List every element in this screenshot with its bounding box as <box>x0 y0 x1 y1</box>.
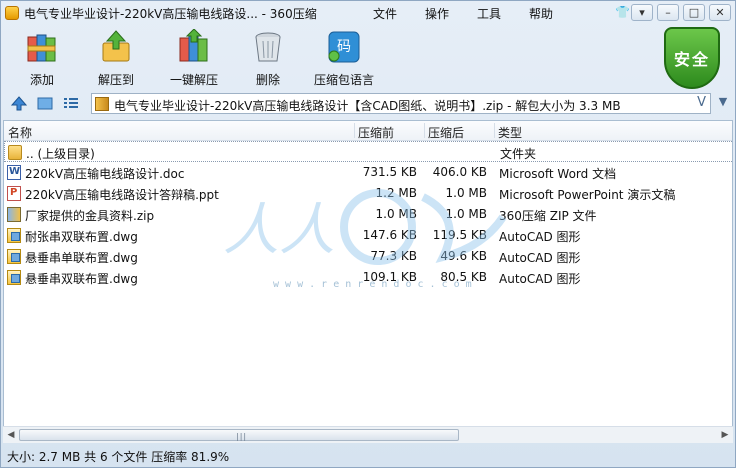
list-view-icon[interactable] <box>63 96 79 111</box>
status-bar: 大小: 2.7 MB 共 6 个文件 压缩率 81.9% <box>7 450 230 464</box>
app-icon <box>5 6 19 20</box>
list-item[interactable]: 厂家提供的金具资料.zip 1.0 MB 1.0 MB 360压缩 ZIP 文件 <box>4 204 732 225</box>
address-bar[interactable]: 电气专业毕业设计-220kV高压输电线路设计【含CAD图纸、说明书】.zip -… <box>91 93 711 114</box>
extract-to-icon <box>98 29 134 65</box>
svg-text:码: 码 <box>337 39 351 55</box>
dwg-icon <box>7 228 21 243</box>
toolbar: 添加 解压到 一键解压 删除 码 压缩包语言 <box>1 25 735 91</box>
horizontal-scrollbar[interactable]: ◀ ||| ▶ <box>3 426 733 443</box>
list-item[interactable]: 220kV高压输电线路设计答辩稿.ppt 1.2 MB 1.0 MB Micro… <box>4 183 732 204</box>
history-dropdown-icon[interactable]: ▼ <box>715 95 731 112</box>
dwg-icon <box>7 249 21 264</box>
list-item[interactable]: 悬垂串双联布置.dwg 109.1 KB 80.5 KB AutoCAD 图形 <box>4 267 732 288</box>
file-list: 名称 压缩前 压缩后 类型 .. (上级目录) 文件夹 220kV高压输电线路设… <box>3 120 733 442</box>
close-button[interactable]: ✕ <box>709 4 731 21</box>
column-after[interactable]: 压缩后 <box>428 124 464 141</box>
trash-icon <box>250 29 286 65</box>
menu-tools[interactable]: 工具 <box>477 5 501 22</box>
quick-extract-icon <box>176 28 212 65</box>
menu-file[interactable]: 文件 <box>373 5 397 22</box>
list-item[interactable]: 220kV高压输电线路设计.doc 731.5 KB 406.0 KB Micr… <box>4 162 732 183</box>
scroll-right-icon[interactable]: ▶ <box>718 429 732 442</box>
zip-icon <box>7 207 21 222</box>
scrollbar-thumb[interactable]: ||| <box>19 429 459 441</box>
add-books-icon <box>24 29 60 65</box>
thumbnail-view-icon[interactable] <box>37 96 53 111</box>
list-item[interactable]: 耐张串双联布置.dwg 147.6 KB 119.5 KB AutoCAD 图形 <box>4 225 732 246</box>
menu-operate[interactable]: 操作 <box>425 5 449 22</box>
security-badge[interactable]: 安全 <box>664 27 720 89</box>
title-bar: 电气专业毕业设计-220kV高压输电线路设... - 360压缩 文件 操作 工… <box>1 1 735 25</box>
skin-icon[interactable]: 👕 <box>615 5 630 19</box>
address-path: 电气专业毕业设计-220kV高压输电线路设计【含CAD图纸、说明书】.zip -… <box>114 99 621 113</box>
ppt-icon <box>7 186 21 201</box>
column-before[interactable]: 压缩前 <box>358 124 394 141</box>
folder-icon <box>8 145 22 160</box>
chevron-down-icon[interactable]: V <box>697 95 706 110</box>
window-title: 电气专业毕业设计-220kV高压输电线路设... - 360压缩 <box>24 7 317 21</box>
settings-icon[interactable]: ▾ <box>631 4 653 21</box>
dwg-icon <box>7 270 21 285</box>
column-type[interactable]: 类型 <box>498 124 522 141</box>
extract-to-button[interactable]: 解压到 <box>79 29 153 88</box>
up-arrow-icon[interactable] <box>10 96 28 111</box>
maximize-button[interactable]: □ <box>683 4 705 21</box>
quick-extract-button[interactable]: 一键解压 <box>157 28 231 88</box>
list-item[interactable]: 悬垂串单联布置.dwg 77.3 KB 49.6 KB AutoCAD 图形 <box>4 246 732 267</box>
app-window: 电气专业毕业设计-220kV高压输电线路设... - 360压缩 文件 操作 工… <box>0 0 736 468</box>
menu-help[interactable]: 帮助 <box>529 5 553 22</box>
delete-button[interactable]: 删除 <box>231 29 305 88</box>
list-header: 名称 压缩前 压缩后 类型 <box>4 121 732 141</box>
archive-language-button[interactable]: 码 压缩包语言 <box>307 29 381 88</box>
minimize-button[interactable]: – <box>657 4 679 21</box>
add-button[interactable]: 添加 <box>5 29 79 88</box>
list-item-parent[interactable]: .. (上级目录) 文件夹 <box>4 141 732 162</box>
column-name[interactable]: 名称 <box>8 124 32 141</box>
zip-icon <box>95 97 109 111</box>
language-icon: 码 <box>326 29 362 65</box>
address-row: 电气专业毕业设计-220kV高压输电线路设计【含CAD图纸、说明书】.zip -… <box>1 93 735 115</box>
word-icon <box>7 165 21 180</box>
scroll-left-icon[interactable]: ◀ <box>4 429 18 442</box>
